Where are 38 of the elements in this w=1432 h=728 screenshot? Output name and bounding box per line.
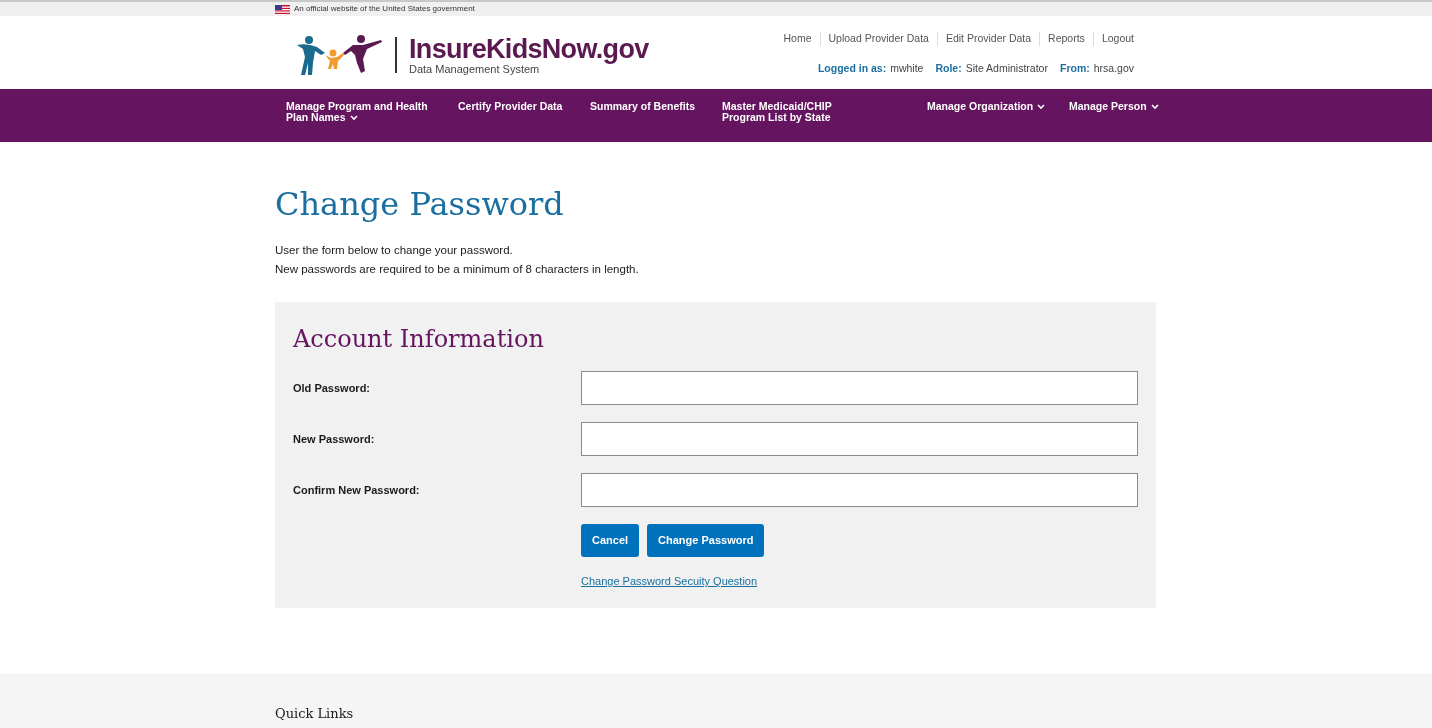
user-info-value: hrsa.gov	[1093, 60, 1134, 76]
change-password-button[interactable]: Change Password	[647, 524, 765, 557]
utility-link[interactable]: Upload Provider Data	[828, 31, 929, 47]
utility-link[interactable]: Reports	[1048, 31, 1085, 47]
page-title: Change Password	[275, 184, 565, 224]
password-field[interactable]	[581, 371, 1138, 405]
flag-icon	[275, 4, 290, 14]
user-info-value: mwhite	[890, 60, 924, 76]
chevron-down-icon	[1037, 104, 1046, 111]
field-label: Old Password:	[293, 380, 372, 396]
user-info-value: Site Administrator	[965, 60, 1048, 76]
chevron-down-icon	[1150, 104, 1159, 111]
logo-subtitle: Data Management System	[409, 62, 540, 75]
nav-item[interactable]: Certify Provider Data	[458, 101, 568, 112]
user-info-label: Logged in as:	[817, 60, 887, 76]
gov-banner-text: An official website of the United States government	[294, 3, 475, 15]
intro-text: New passwords are required to be a minimum of 8 characters in length.	[275, 262, 640, 277]
logo-title: InsureKidsNow.gov	[409, 34, 649, 63]
utility-link[interactable]: Edit Provider Data	[945, 31, 1032, 47]
nav-item[interactable]: Master Medicaid/CHIP Program List by State	[722, 101, 872, 123]
utility-link[interactable]: Logout	[1101, 31, 1134, 47]
intro-text: User the form below to change your password.	[275, 243, 514, 258]
password-field[interactable]	[581, 422, 1138, 456]
footer-title: Quick Links	[275, 704, 355, 723]
chevron-down-icon	[349, 115, 358, 122]
cancel-button[interactable]: Cancel	[581, 524, 640, 557]
field-label: Confirm New Password:	[293, 482, 421, 498]
nav-item[interactable]: Manage Program and Health Plan Names	[286, 101, 436, 123]
field-label: New Password:	[293, 431, 376, 447]
security-question-link[interactable]: Change Password Secuity Question	[581, 573, 758, 590]
user-info-label: Role:	[935, 60, 962, 76]
utility-link[interactable]: Home	[783, 31, 812, 47]
nav-item[interactable]: Manage Person	[1069, 101, 1179, 112]
user-info-label: From:	[1059, 60, 1090, 76]
form-title: Account Information	[293, 324, 545, 355]
password-field[interactable]	[581, 473, 1138, 507]
nav-item[interactable]: Manage Organization	[927, 101, 1047, 112]
nav-item[interactable]: Summary of Benefits	[590, 101, 700, 112]
